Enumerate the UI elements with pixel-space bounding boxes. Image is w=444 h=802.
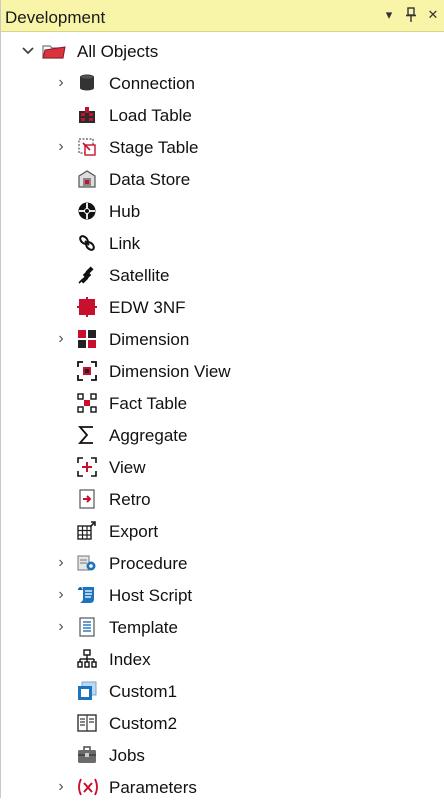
index-icon [77, 649, 97, 669]
pin-icon[interactable] [403, 6, 419, 24]
tree-item-label: Satellite [109, 266, 170, 285]
tree-item-label: Export [109, 522, 159, 541]
tree-item-label: Fact Table [109, 394, 188, 413]
tree-item-label: EDW 3NF [109, 298, 186, 317]
export-icon [77, 521, 97, 541]
chevron-right-icon[interactable]: › [53, 329, 69, 349]
tree-item-label: Link [109, 234, 141, 253]
tree-item-retro[interactable]: Retro [1, 484, 441, 514]
jobs-icon [77, 745, 97, 765]
tree-item-label: Data Store [109, 170, 191, 189]
tree-item-template[interactable]: › Template [1, 612, 441, 642]
tree-item-dimension-view[interactable]: Dimension View [1, 356, 441, 386]
tree-item-label: Stage Table [109, 138, 199, 157]
close-icon[interactable]: ✕ [425, 6, 441, 24]
tree-item-label: Aggregate [109, 426, 188, 445]
tree-item-jobs[interactable]: Jobs [1, 740, 441, 770]
tree-item-stage-table[interactable]: › Stage Table [1, 132, 441, 162]
tree-root-label: All Objects [77, 42, 159, 61]
tree-item-label: Custom1 [109, 682, 178, 701]
connection-icon [77, 73, 97, 93]
panel-title: Development [5, 8, 106, 27]
panel-titlebar: Development ▾ ✕ [1, 0, 444, 32]
tree-item-view[interactable]: View [1, 452, 441, 482]
tree-item-label: Procedure [109, 554, 188, 573]
chevron-right-icon[interactable]: › [53, 777, 69, 797]
custom2-icon [77, 713, 97, 733]
dimension-icon [77, 329, 97, 349]
tree-item-link[interactable]: Link [1, 228, 441, 258]
tree-item-label: Template [109, 618, 178, 637]
edw-3nf-icon [77, 297, 97, 317]
tree-item-label: Dimension View [109, 362, 231, 381]
tree-item-label: Dimension [109, 330, 190, 349]
tree-root-all-objects[interactable]: All Objects [1, 36, 441, 66]
link-icon [77, 233, 97, 253]
data-store-icon [77, 169, 97, 189]
tree-item-hub[interactable]: Hub [1, 196, 441, 226]
aggregate-icon [77, 425, 97, 445]
tree-item-label: Jobs [109, 746, 145, 765]
tree-item-aggregate[interactable]: Aggregate [1, 420, 441, 450]
tree-item-label: Connection [109, 74, 196, 93]
host-script-icon [77, 585, 97, 605]
tree-item-custom2[interactable]: Custom2 [1, 708, 441, 738]
tree-item-load-table[interactable]: Load Table [1, 100, 441, 130]
tree-item-dimension[interactable]: › Dimension [1, 324, 441, 354]
parameters-icon [75, 777, 101, 797]
tree-item-label: Host Script [109, 586, 193, 605]
hub-icon [77, 201, 97, 221]
tree-item-label: Retro [109, 490, 151, 509]
tree-item-edw-3nf[interactable]: EDW 3NF [1, 292, 441, 322]
procedure-icon [77, 553, 97, 573]
template-icon [77, 617, 97, 637]
chevron-right-icon[interactable]: › [53, 137, 69, 157]
chevron-down-icon[interactable] [21, 41, 37, 61]
chevron-right-icon[interactable]: › [53, 73, 69, 93]
tree-item-label: Hub [109, 202, 141, 221]
tree-item-export[interactable]: Export [1, 516, 441, 546]
dimension-view-icon [77, 361, 97, 381]
tree-item-satellite[interactable]: Satellite [1, 260, 441, 290]
tree-item-custom1[interactable]: Custom1 [1, 676, 441, 706]
folder-icon [41, 41, 67, 61]
tree-item-procedure[interactable]: › Procedure [1, 548, 441, 578]
tree-item-fact-table[interactable]: Fact Table [1, 388, 441, 418]
view-icon [77, 457, 97, 477]
tree-item-label: Parameters [109, 778, 197, 797]
tree-item-host-script[interactable]: › Host Script [1, 580, 441, 610]
custom1-icon [77, 681, 97, 701]
fact-table-icon [77, 393, 97, 413]
retro-icon [77, 489, 97, 509]
tree-item-label: Index [109, 650, 151, 669]
stage-table-icon [77, 137, 97, 157]
tree-item-label: View [109, 458, 146, 477]
load-table-icon [77, 105, 97, 125]
chevron-right-icon[interactable]: › [53, 617, 69, 637]
dropdown-icon[interactable]: ▾ [381, 6, 397, 24]
tree-item-index[interactable]: Index [1, 644, 441, 674]
tree-item-data-store[interactable]: Data Store [1, 164, 441, 194]
development-panel: Development ▾ ✕ All Objects › Connection… [0, 0, 444, 798]
chevron-right-icon[interactable]: › [53, 553, 69, 573]
tree-item-label: Custom2 [109, 714, 178, 733]
satellite-icon [77, 265, 97, 285]
tree-item-connection[interactable]: › Connection [1, 68, 441, 98]
tree-item-label: Load Table [109, 106, 192, 125]
chevron-right-icon[interactable]: › [53, 585, 69, 605]
